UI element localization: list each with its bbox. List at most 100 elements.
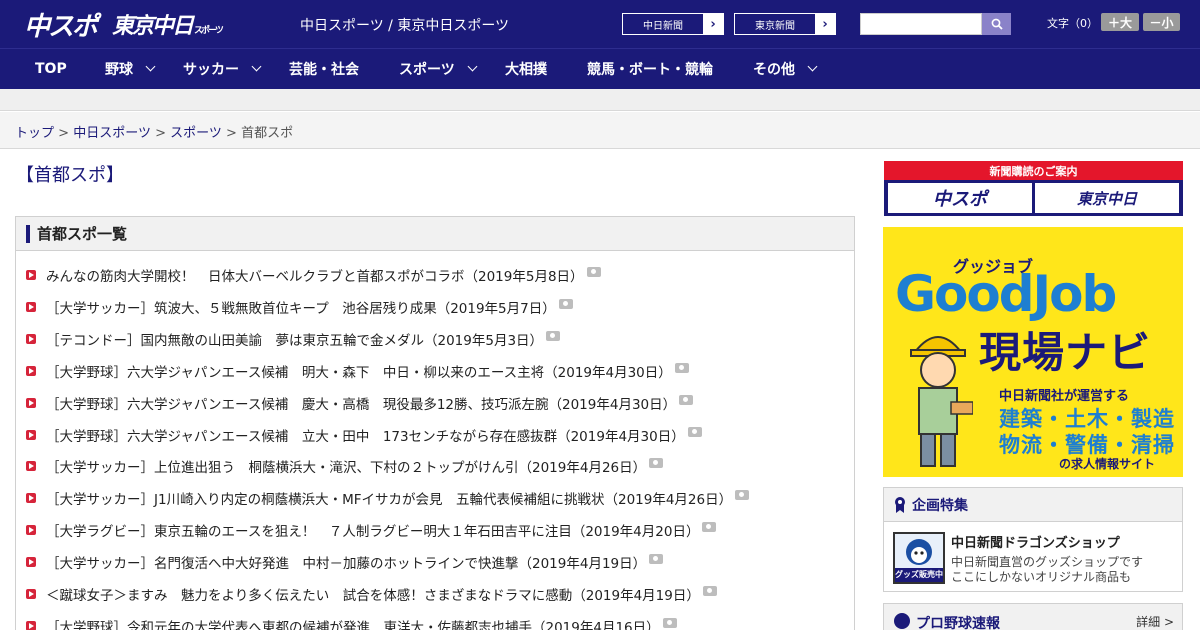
ad-sub-text: の求人情報サイト xyxy=(1059,457,1156,471)
ribbon-icon xyxy=(895,496,905,513)
nav-item-sumo[interactable]: 大相撲 xyxy=(505,49,547,89)
tokyo-chunichi-logo[interactable]: 東京中日 スポーツ xyxy=(112,8,224,40)
nav-item-soccer[interactable]: サッカー xyxy=(183,49,262,89)
chevron-down-icon xyxy=(467,61,478,72)
chevron-down-icon xyxy=(251,61,262,72)
article-title[interactable]: ［大学サッカー］上位進出狙う 桐蔭横浜大・滝沢、下村の２トップがけん引（2019… xyxy=(46,456,646,476)
nav-item-top[interactable]: TOP xyxy=(35,49,67,89)
special-item-title[interactable]: 中日新聞ドラゴンズショップ xyxy=(951,532,1120,551)
article-list-item[interactable]: ［大学サッカー］上位進出狙う 桐蔭横浜大・滝沢、下村の２トップがけん引（2019… xyxy=(26,456,664,476)
bullet-arrow-icon xyxy=(26,397,36,408)
bullet-arrow-icon xyxy=(26,493,36,504)
photo-icon xyxy=(546,330,561,341)
site-tagline: 中日スポーツ / 東京中日スポーツ xyxy=(300,18,510,34)
tokyo-logo-small: スポーツ xyxy=(194,25,224,36)
special-heading: 企画特集 xyxy=(884,488,1182,522)
paper-link-label: 中日新聞 xyxy=(643,20,683,32)
article-list-item[interactable]: ［大学野球］六大学ジャパンエース候補 立大・田中 173センチながら存在感抜群（… xyxy=(26,425,702,445)
bullet-arrow-icon xyxy=(26,461,36,472)
special-item-desc: ここにしかないオリジナル商品も xyxy=(951,570,1132,584)
list-heading: 首都スポ一覧 xyxy=(16,217,854,251)
article-list-item[interactable]: みんなの筋肉大学開校！ 日体大バーベルクラブと首都スポがコラボ（2019年5月8… xyxy=(26,265,601,285)
article-list-item[interactable]: ＜蹴球女子＞ますみ 魅力をより多く伝えたい 試合を体感！さまざまなドラマに感動（… xyxy=(26,584,717,604)
chevron-right-icon: › xyxy=(815,14,835,34)
pro-baseball-more-link[interactable]: 詳細 > xyxy=(1136,613,1174,630)
subscription-chuspo-logo[interactable]: 中スポ xyxy=(888,183,1032,213)
pro-baseball-heading: プロ野球速報 xyxy=(916,616,1000,630)
breadcrumb-bar: トップ > 中日スポーツ > スポーツ > 首都スポ xyxy=(0,112,1200,149)
article-title[interactable]: ［大学野球］六大学ジャパンエース候補 明大・森下 中日・柳以来のエース主将（20… xyxy=(46,361,672,381)
font-bigger-button[interactable]: ＋大 xyxy=(1101,13,1139,31)
article-list-item[interactable]: ［大学サッカー］筑波大、５戦無敗首位キープ 池谷居残り成果（2019年5月7日） xyxy=(26,297,573,317)
breadcrumb-sports[interactable]: スポーツ xyxy=(170,126,222,141)
breadcrumb-chunichi-sports[interactable]: 中日スポーツ xyxy=(73,126,151,141)
ad-nav-text: 現場ナビ xyxy=(979,328,1152,377)
article-list-item[interactable]: ［大学ラグビー］東京五輪のエースを狙え！ ７人制ラグビー明大１年石田吉平に注目（… xyxy=(26,520,717,540)
ad-operator-text: 中日新聞社が運営する xyxy=(999,389,1130,404)
photo-icon xyxy=(649,554,664,565)
subscription-banner[interactable]: 新聞購読のご案内 中スポ 東京中日 xyxy=(884,161,1183,216)
article-title[interactable]: ［大学サッカー］J1川崎入り内定の桐蔭横浜大・MFイサカが会見 五輪代表候補組に… xyxy=(46,488,732,508)
article-title[interactable]: ＜蹴球女子＞ますみ 魅力をより多く伝えたい 試合を体感！さまざまなドラマに感動（… xyxy=(46,584,700,604)
bullet-arrow-icon xyxy=(26,620,36,630)
photo-icon xyxy=(687,426,702,437)
nav-item-baseball[interactable]: 野球 xyxy=(105,49,156,89)
dragons-shop-thumbnail[interactable]: グッズ販売中 xyxy=(893,532,945,584)
article-list-item[interactable]: ［大学野球］令和元年の大学代表へ東都の候補が発進 東洋大・佐藤都志也捕手（201… xyxy=(26,616,677,630)
photo-icon xyxy=(702,522,717,533)
header-spacer xyxy=(0,89,1200,111)
bullet-arrow-icon xyxy=(26,365,36,376)
article-list-item[interactable]: ［大学野球］六大学ジャパンエース候補 明大・森下 中日・柳以来のエース主将（20… xyxy=(26,361,689,381)
photo-icon xyxy=(679,394,694,405)
heading-bar xyxy=(26,224,30,243)
article-title[interactable]: ［大学サッカー］名門復活へ中大好発進 中村－加藤のホットラインで快進撃（2019… xyxy=(46,552,646,572)
page-title: 【首都スポ】 xyxy=(16,165,124,186)
chunichi-shimbun-link[interactable]: 中日新聞 › xyxy=(622,13,724,35)
main-nav: TOP 野球 サッカー 芸能・社会 スポーツ 大相撲 競馬・ボート・競輪 その他 xyxy=(0,48,1200,89)
bullet-arrow-icon xyxy=(26,333,36,344)
article-list-item[interactable]: ［テコンドー］国内無敵の山田美諭 夢は東京五輪で金メダル（2019年5月3日） xyxy=(26,329,561,349)
article-title[interactable]: ［テコンドー］国内無敵の山田美諭 夢は東京五輪で金メダル（2019年5月3日） xyxy=(46,329,543,349)
article-title[interactable]: ［大学野球］六大学ジャパンエース候補 立大・田中 173センチながら存在感抜群（… xyxy=(46,425,685,445)
bullet-arrow-icon xyxy=(26,301,36,312)
article-list-item[interactable]: ［大学サッカー］J1川崎入り内定の桐蔭横浜大・MFイサカが会見 五輪代表候補組に… xyxy=(26,488,750,508)
nav-item-other[interactable]: その他 xyxy=(753,49,818,89)
article-title[interactable]: ［大学サッカー］筑波大、５戦無敗首位キープ 池谷居残り成果（2019年5月7日） xyxy=(46,297,556,317)
chuspo-logo[interactable]: 中スポ xyxy=(24,8,98,42)
nav-label: その他 xyxy=(753,62,795,78)
breadcrumb-separator: > xyxy=(155,126,166,141)
article-title[interactable]: ［大学野球］六大学ジャパンエース候補 慶大・高橋 現役最多12勝、技巧派左腕（2… xyxy=(46,393,676,413)
article-title[interactable]: ［大学ラグビー］東京五輪のエースを狙え！ ７人制ラグビー明大１年石田吉平に注目（… xyxy=(46,520,699,540)
photo-icon xyxy=(702,586,717,596)
photo-icon xyxy=(735,490,750,501)
nav-label: スポーツ xyxy=(399,62,455,78)
bullet-arrow-icon xyxy=(26,589,36,599)
bullet-arrow-icon xyxy=(26,525,36,536)
photo-icon xyxy=(662,617,677,628)
breadcrumb-top[interactable]: トップ xyxy=(15,126,54,141)
font-smaller-button[interactable]: －小 xyxy=(1143,13,1180,31)
article-list-item[interactable]: ［大学サッカー］名門復活へ中大好発進 中村－加藤のホットラインで快進撃（2019… xyxy=(26,552,664,572)
ad-logo-text: GoodJob xyxy=(895,265,1117,323)
nav-item-sports[interactable]: スポーツ xyxy=(399,49,478,89)
chevron-down-icon xyxy=(145,61,156,72)
nav-label: TOP xyxy=(35,61,67,77)
subscription-tokyo-logo[interactable]: 東京中日 xyxy=(1035,183,1179,213)
nav-label: 競馬・ボート・競輪 xyxy=(587,62,713,78)
goodjob-ad-banner[interactable]: グッジョブ GoodJob 現場ナビ 中日新聞社が運営する 建築・土木・製造 物… xyxy=(883,227,1183,477)
search-icon xyxy=(991,18,1003,30)
article-title[interactable]: みんなの筋肉大学開校！ 日体大バーベルクラブと首都スポがコラボ（2019年5月8… xyxy=(46,265,584,285)
search-input[interactable] xyxy=(860,13,982,35)
search-button[interactable] xyxy=(982,13,1011,35)
nav-item-entertainment[interactable]: 芸能・社会 xyxy=(289,49,359,89)
article-list-item[interactable]: ［大学野球］六大学ジャパンエース候補 慶大・高橋 現役最多12勝、技巧派左腕（2… xyxy=(26,393,694,413)
article-title[interactable]: ［大学野球］令和元年の大学代表へ東都の候補が発進 東洋大・佐藤都志也捕手（201… xyxy=(46,616,660,630)
breadcrumb-separator: > xyxy=(226,126,237,141)
subscription-title: 新聞購読のご案内 xyxy=(884,161,1183,180)
tokyo-shimbun-link[interactable]: 東京新聞 › xyxy=(734,13,836,35)
chevron-down-icon xyxy=(807,61,818,72)
bullet-arrow-icon xyxy=(26,429,36,440)
nav-item-keiba[interactable]: 競馬・ボート・競輪 xyxy=(587,49,713,89)
nav-label: 野球 xyxy=(105,62,133,78)
site-header: 中スポ 東京中日 スポーツ 中日スポーツ / 東京中日スポーツ 中日新聞 › 東京… xyxy=(0,0,1200,48)
